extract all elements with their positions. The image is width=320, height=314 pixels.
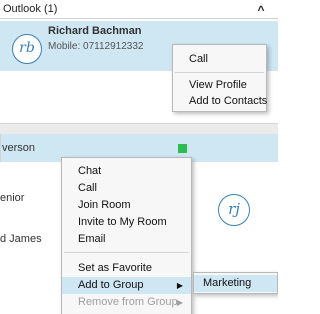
menu-item-label: Remove from Group [78, 296, 178, 308]
avatar[interactable]: rb [12, 34, 42, 64]
menu-item-chat[interactable]: Chat [62, 163, 191, 180]
menu-separator [64, 252, 189, 253]
app-window: Outlook (1) ^ rb Richard Bachman Mobile:… [0, 0, 278, 314]
submenu-arrow-icon: ▶ [176, 281, 183, 290]
menu-item-call[interactable]: Call [173, 51, 266, 68]
context-menu-bottom: Chat Call Join Room Invite to My Room Em… [61, 157, 192, 314]
contact-row-partial[interactable]: enior [0, 192, 24, 204]
submenu-add-to-group: Marketing [193, 272, 278, 294]
menu-item-remove-from-group: Remove from Group ▶ [62, 294, 191, 311]
avatar[interactable]: rj [218, 194, 250, 226]
submenu-arrow-icon: ▶ [176, 298, 183, 307]
panel-divider [0, 124, 278, 134]
menu-item-join-room[interactable]: Join Room [62, 197, 191, 214]
menu-item-set-as-favorite[interactable]: Set as Favorite [62, 260, 191, 277]
menu-separator [175, 72, 264, 73]
contact-row-partial[interactable]: d James [0, 233, 42, 245]
menu-item-add-to-group[interactable]: Add to Group ▶ [62, 277, 191, 294]
menu-item-add-to-contacts[interactable]: Add to Contacts [173, 93, 267, 110]
contact-name: verson [2, 142, 36, 154]
presence-status-icon [178, 144, 187, 153]
contact-phone: Mobile: 07112912332 [48, 41, 144, 52]
menu-item-view-profile[interactable]: View Profile [173, 77, 266, 94]
submenu-item-marketing[interactable]: Marketing [194, 275, 277, 292]
contact-name: Richard Bachman [48, 25, 142, 37]
context-menu-top: Call View Profile Add to Contacts [172, 44, 267, 112]
menu-item-label: Add to Group [78, 279, 144, 291]
menu-item-invite-to-my-room[interactable]: Invite to My Room [62, 214, 191, 231]
menu-item-email[interactable]: Email [62, 231, 191, 248]
chevron-up-icon[interactable]: ^ [254, 0, 268, 19]
group-header-label: Outlook (1) [3, 3, 58, 15]
menu-item-call[interactable]: Call [62, 180, 191, 197]
group-header-outlook[interactable]: Outlook (1) ^ [0, 0, 278, 19]
